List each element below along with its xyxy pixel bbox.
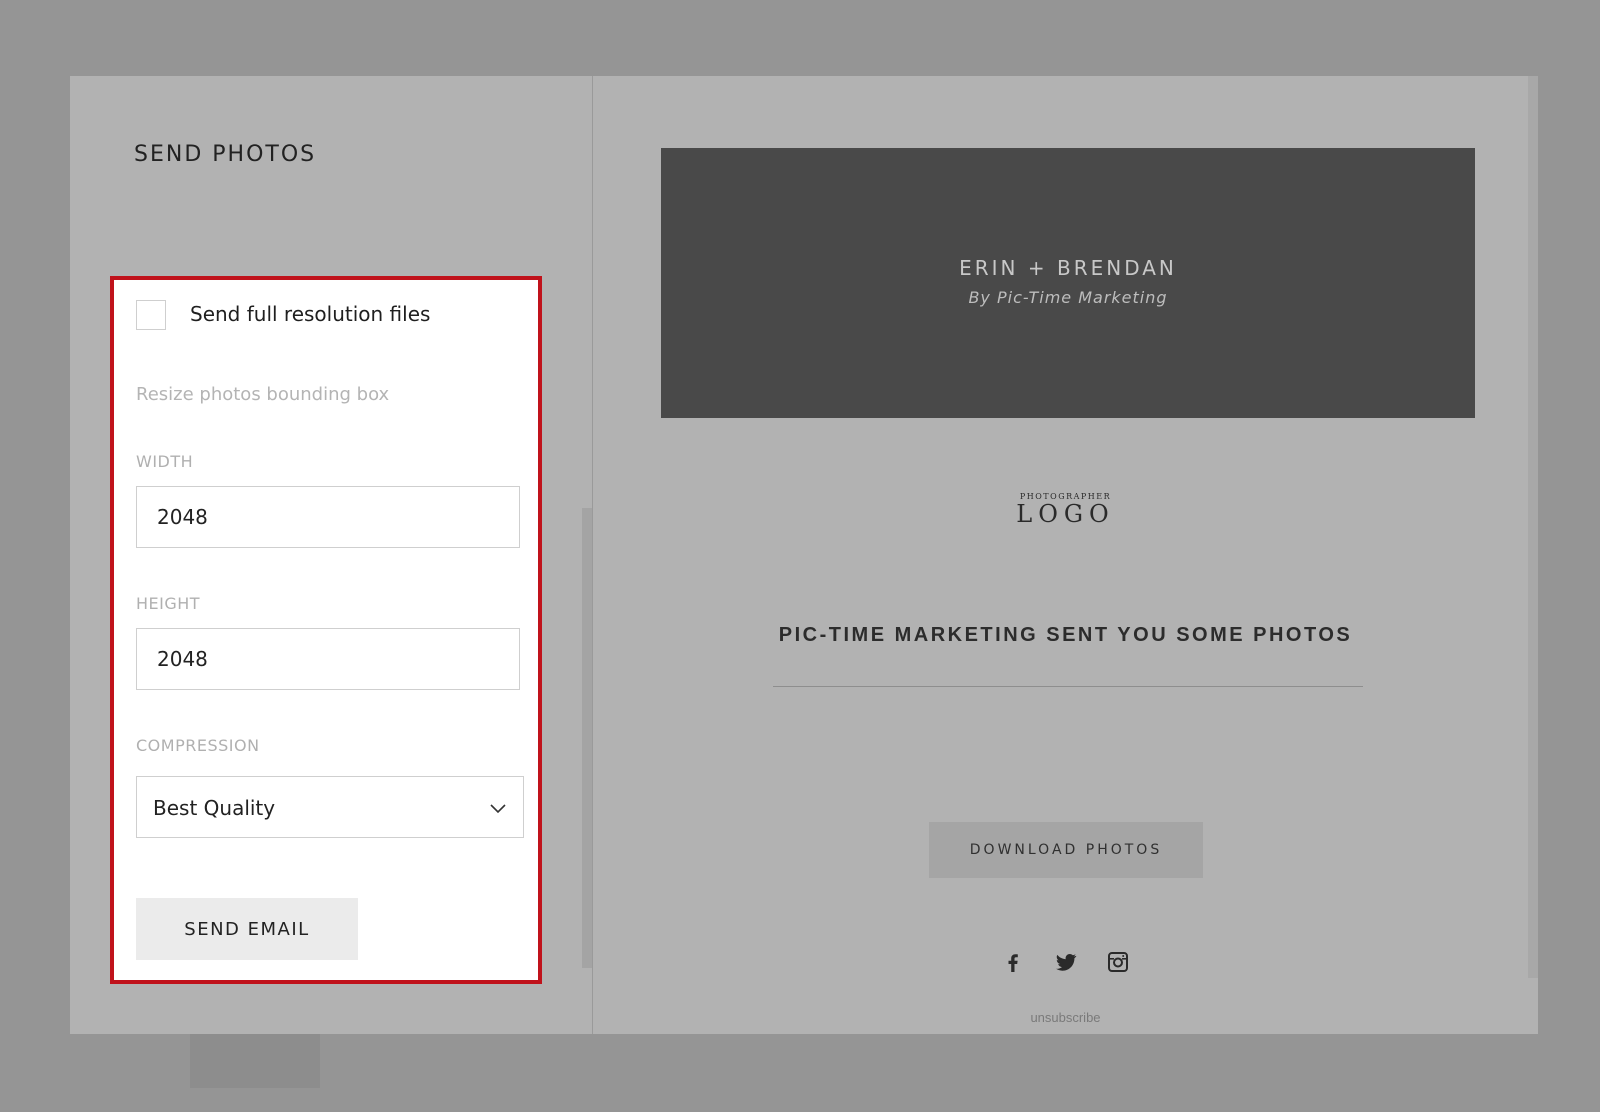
height-label: HEIGHT [136, 594, 201, 613]
width-label: WIDTH [136, 452, 194, 471]
facebook-icon[interactable] [1001, 950, 1025, 974]
preview-scrollbar[interactable] [1528, 76, 1538, 978]
hero-subtitle: By Pic-Time Marketing [968, 288, 1168, 307]
background-button [190, 1034, 320, 1088]
full-resolution-label: Send full resolution files [190, 302, 431, 326]
send-options-panel: SEND PHOTOS Send full resolution files R… [70, 76, 593, 1034]
compression-select[interactable]: Best Quality [136, 776, 524, 838]
resize-options-box: Send full resolution files Resize photos… [110, 276, 542, 984]
height-input[interactable] [136, 628, 520, 690]
send-email-button[interactable]: SEND EMAIL [136, 898, 358, 960]
email-preview-panel: ERIN + BRENDAN By Pic-Time Marketing PHO… [593, 76, 1538, 1034]
compression-value: Best Quality [153, 796, 276, 820]
download-photos-button[interactable]: DOWNLOAD PHOTOS [929, 822, 1203, 878]
hero-title: ERIN + BRENDAN [959, 256, 1177, 280]
resize-section-label: Resize photos bounding box [136, 384, 390, 405]
photographer-logo: PHOTOGRAPHER LOGO [593, 492, 1538, 527]
options-scrollbar[interactable] [582, 508, 592, 968]
send-photos-modal: SEND PHOTOS Send full resolution files R… [70, 76, 1538, 1034]
headline-divider [773, 686, 1363, 687]
email-headline: PIC-TIME MARKETING SENT YOU SOME PHOTOS [778, 624, 1353, 646]
chevron-down-icon [490, 804, 506, 814]
email-hero-banner: ERIN + BRENDAN By Pic-Time Marketing [661, 148, 1475, 418]
compression-label: COMPRESSION [136, 736, 260, 755]
twitter-icon[interactable] [1054, 950, 1078, 974]
unsubscribe-link[interactable]: unsubscribe [593, 1010, 1538, 1025]
width-input[interactable] [136, 486, 520, 548]
full-resolution-checkbox[interactable] [136, 300, 166, 330]
dialog-title: SEND PHOTOS [134, 142, 317, 167]
social-links [593, 950, 1538, 974]
logo-text: LOGO [1016, 500, 1115, 528]
instagram-icon[interactable] [1106, 950, 1130, 974]
